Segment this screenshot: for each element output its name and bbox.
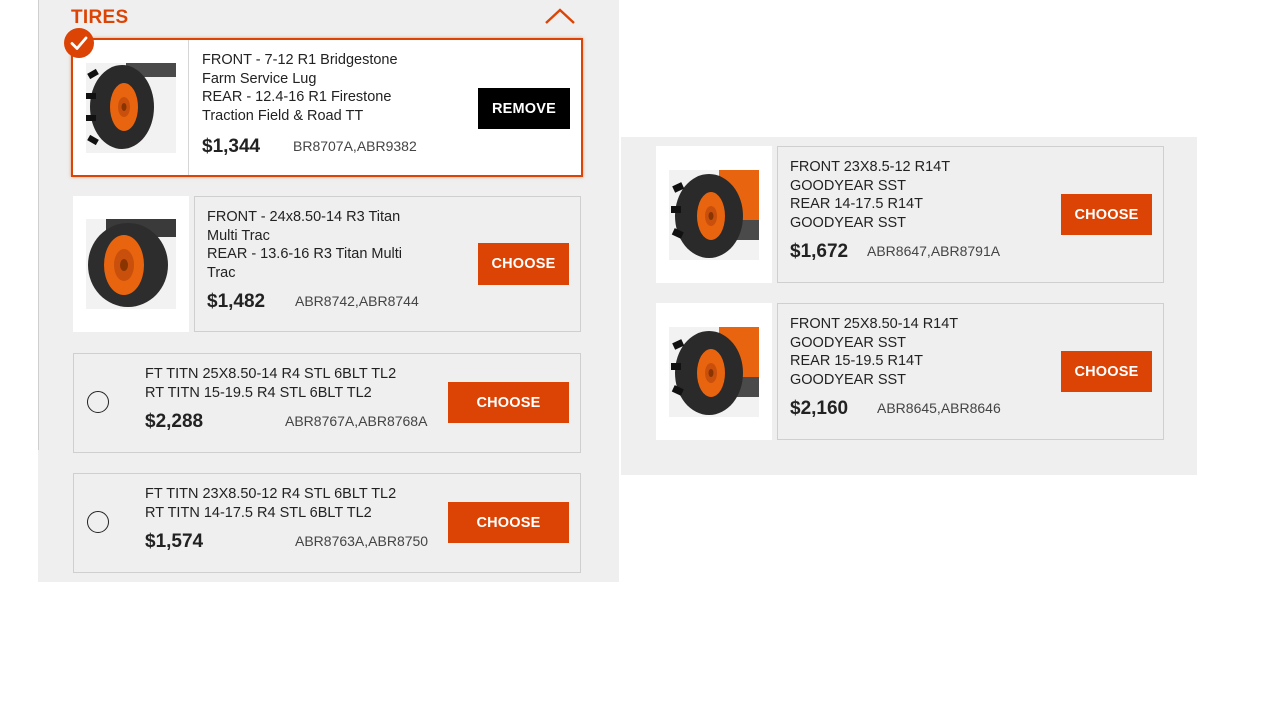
tire-option-card[interactable]: FT TITN 25X8.50-14 R4 STL 6BLT TL2 RT TIT… — [73, 353, 581, 453]
tire-option-card[interactable]: FRONT 25X8.50-14 R14T GOODYEAR SST REAR 15… — [777, 303, 1164, 440]
collapse-chevron-icon[interactable] — [544, 6, 576, 26]
tire-description: FRONT - 24x8.50-14 R3 Titan Multi Trac REA… — [207, 209, 403, 282]
tire-sku: ABR8767A,ABR8768A — [285, 413, 428, 429]
agricultural-lug-tire-icon — [86, 63, 176, 153]
select-radio[interactable] — [87, 391, 109, 413]
tire-description: FRONT 25X8.50-14 R14T GOODYEAR SST REAR 15… — [790, 316, 959, 389]
tire-sku: ABR8742,ABR8744 — [295, 293, 419, 309]
choose-button[interactable]: CHOOSE — [1061, 194, 1152, 235]
turf-tire-icon — [86, 219, 176, 309]
tire-image — [73, 40, 188, 175]
tire-image — [656, 146, 772, 283]
tire-image — [656, 303, 772, 440]
tire-description: FRONT - 7-12 R1 Bridgestone Farm Service … — [202, 52, 398, 125]
tire-description: FT TITN 25X8.50-14 R4 STL 6BLT TL2 RT TIT… — [145, 366, 397, 401]
industrial-tire-icon — [669, 170, 759, 260]
tire-image — [73, 196, 189, 332]
industrial-tire-icon — [669, 327, 759, 417]
selected-check-icon — [64, 28, 94, 58]
panel-edge — [38, 0, 39, 450]
tire-sku: BR8707A,ABR9382 — [293, 138, 417, 154]
section-title: TIRES — [71, 7, 129, 28]
choose-button[interactable]: CHOOSE — [1061, 351, 1152, 392]
tire-description: FRONT 23X8.5-12 R14T GOODYEAR SST REAR 14-… — [790, 159, 951, 232]
tire-option-card[interactable]: FRONT - 24x8.50-14 R3 Titan Multi Trac REA… — [194, 196, 581, 332]
tire-sku: ABR8763A,ABR8750 — [295, 533, 429, 549]
tire-price: $1,482 — [207, 291, 266, 312]
card-divider — [188, 40, 189, 175]
select-radio[interactable] — [87, 511, 109, 533]
tire-price: $2,288 — [145, 411, 204, 432]
tire-price: $2,160 — [790, 398, 849, 419]
remove-button[interactable]: REMOVE — [478, 88, 570, 129]
tire-option-card[interactable]: FRONT - 7-12 R1 Bridgestone Farm Service … — [71, 38, 583, 177]
tire-sku: ABR8645,ABR8646 — [877, 400, 1001, 416]
tire-price: $1,672 — [790, 241, 849, 262]
tire-description: FT TITN 23X8.50-12 R4 STL 6BLT TL2 RT TIT… — [145, 486, 397, 521]
choose-button[interactable]: CHOOSE — [448, 382, 569, 423]
choose-button[interactable]: CHOOSE — [478, 243, 569, 285]
tire-price: $1,344 — [202, 136, 261, 157]
choose-button[interactable]: CHOOSE — [448, 502, 569, 543]
tire-price: $1,574 — [145, 531, 204, 552]
tire-option-card[interactable]: FRONT 23X8.5-12 R14T GOODYEAR SST REAR 14-… — [777, 146, 1164, 283]
tire-sku: ABR8647,ABR8791A — [867, 243, 1001, 259]
tire-option-card[interactable]: FT TITN 23X8.50-12 R4 STL 6BLT TL2 RT TIT… — [73, 473, 581, 573]
